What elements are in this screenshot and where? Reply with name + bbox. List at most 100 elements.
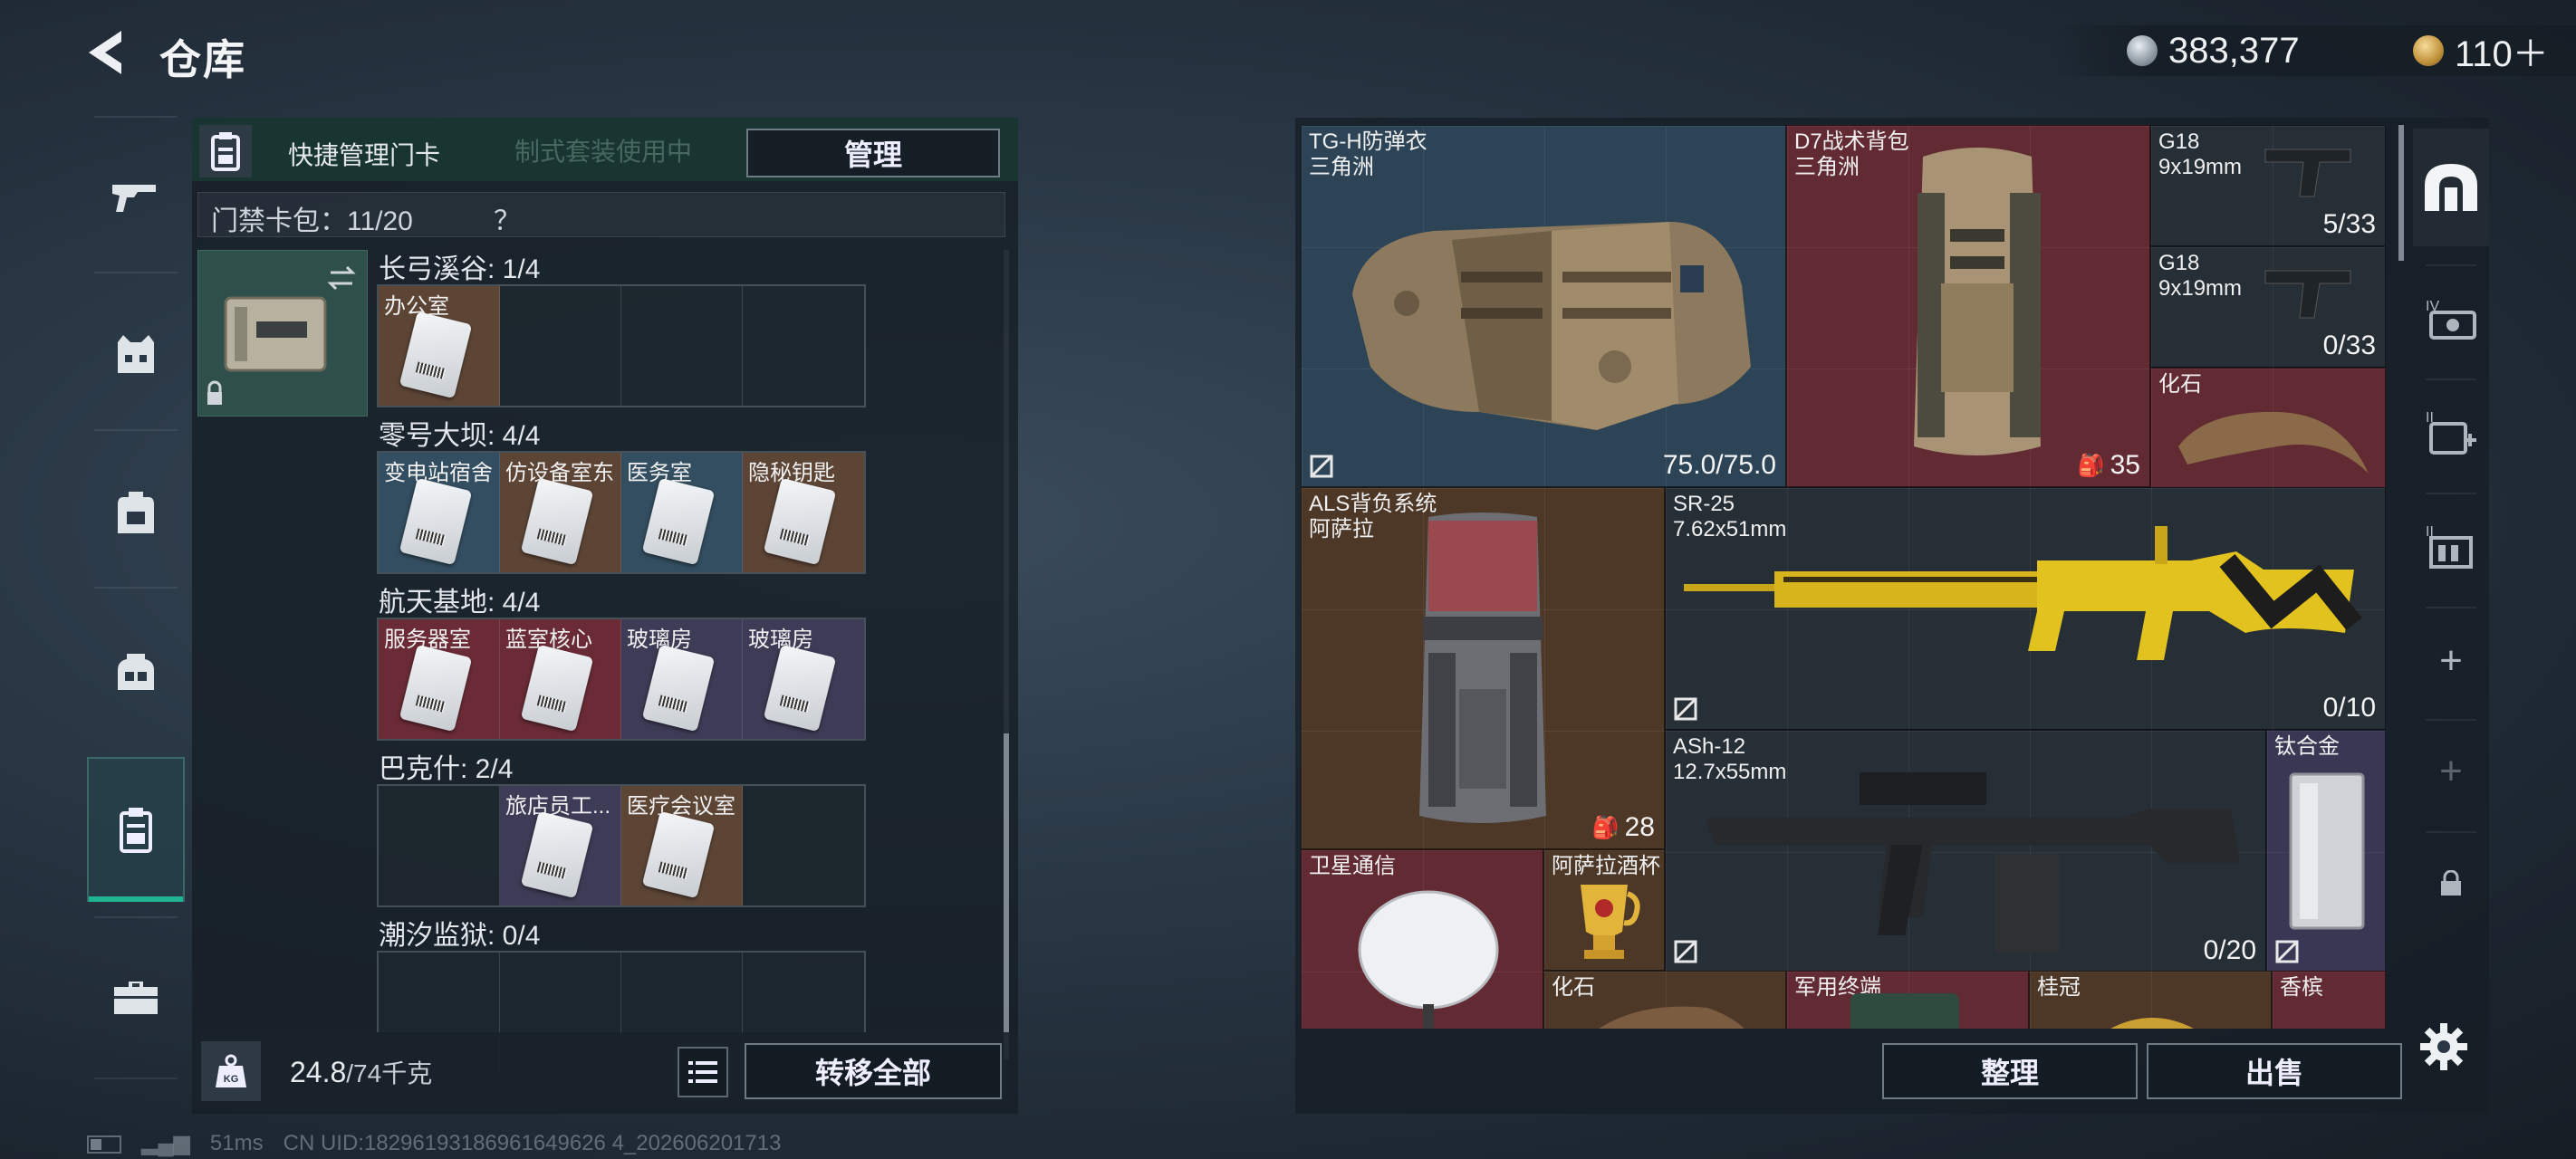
keycard-slot-empty[interactable] bbox=[621, 286, 743, 406]
weight-capacity: /74千克 bbox=[346, 1059, 433, 1087]
armor-filter-button[interactable]: IV bbox=[2413, 272, 2489, 362]
item-fossil[interactable]: 化石 bbox=[2150, 368, 2386, 489]
item-als-carrier[interactable]: ALS背负系统 阿萨拉 🎒 28 bbox=[1301, 487, 1665, 849]
inventory-grid: TG-H防弹衣 三角洲 75.0/75.0 D7战术背包 三角洲 🎒 35 G18… bbox=[1301, 125, 2386, 1029]
gear-icon bbox=[2420, 1023, 2467, 1070]
lock-icon bbox=[207, 392, 222, 405]
keycard-slot[interactable]: 玻璃房 bbox=[621, 619, 743, 739]
silver-currency-value: 383,377 bbox=[2168, 30, 2300, 71]
keycard-slot[interactable]: 变电站宿舍 bbox=[379, 453, 500, 572]
inventory-scrollbar[interactable] bbox=[2398, 125, 2404, 261]
tactical-backpack-image bbox=[1914, 148, 2041, 455]
weight-value: 24.8 bbox=[290, 1056, 347, 1088]
nav-weapons[interactable] bbox=[87, 125, 185, 270]
item-military-terminal[interactable]: 军用终端 bbox=[1786, 971, 2029, 1029]
swap-icon bbox=[327, 265, 356, 291]
keycard-slot[interactable]: 服务器室 bbox=[379, 619, 500, 739]
item-sr25[interactable]: SR-25 7.62x51mm 0/10 bbox=[1665, 487, 2386, 730]
keycard-slot[interactable]: 玻璃房 bbox=[743, 619, 864, 739]
item-fossil[interactable]: 化石 bbox=[1543, 971, 1786, 1029]
locked-slot-button[interactable] bbox=[2413, 838, 2489, 929]
keycard-image bbox=[399, 477, 473, 566]
item-ash12[interactable]: ASh-12 12.7x55mm 0/20 bbox=[1665, 730, 2266, 972]
keycard-slot[interactable]: 医疗会议室 bbox=[621, 786, 743, 905]
signal-icon: ▂▄▆ bbox=[141, 1131, 190, 1155]
keycard-image bbox=[520, 644, 594, 733]
item-champagne[interactable]: 香槟 bbox=[2272, 971, 2386, 1029]
keycard-name: 办公室 bbox=[384, 294, 449, 319]
no-insurance-icon bbox=[1310, 455, 1333, 478]
item-laurel[interactable]: 桂冠 bbox=[2029, 971, 2272, 1029]
sell-button[interactable]: 出售 bbox=[2147, 1043, 2402, 1099]
fossil-claw-image bbox=[2178, 411, 2369, 474]
keycard-image bbox=[641, 810, 716, 899]
silver-coin-icon bbox=[2127, 35, 2158, 66]
item-name: TG-H防弹衣 bbox=[1309, 129, 1427, 154]
keycard-slot[interactable]: 医务室 bbox=[621, 453, 743, 572]
backpack-icon: 🎒 bbox=[1591, 815, 1620, 840]
transfer-all-button[interactable]: 转移全部 bbox=[745, 1043, 1002, 1099]
keycard-slot[interactable]: 蓝室核心 bbox=[500, 619, 621, 739]
level-iv-armor-icon: IV bbox=[2426, 299, 2476, 340]
item-backpack[interactable]: D7战术背包 三角洲 🎒 35 bbox=[1786, 125, 2150, 487]
nav-backpack[interactable] bbox=[87, 440, 185, 585]
plus-icon: + bbox=[2439, 638, 2463, 683]
item-g18[interactable]: G18 9x19mm 5/33 bbox=[2150, 125, 2386, 246]
keycard-slot-empty[interactable] bbox=[379, 786, 500, 905]
ammo-count: 0/20 bbox=[2203, 935, 2256, 965]
keycard-slot-empty[interactable] bbox=[743, 786, 864, 905]
keycard-slot-empty[interactable] bbox=[500, 286, 621, 406]
add-slot-button[interactable]: + bbox=[2413, 616, 2489, 706]
ammo-count: 0/33 bbox=[2322, 330, 2376, 360]
nav-toolbox[interactable] bbox=[87, 925, 185, 1070]
nav-armor[interactable] bbox=[87, 283, 185, 427]
keycard-image bbox=[641, 644, 716, 733]
settings-button[interactable] bbox=[2417, 1020, 2475, 1078]
keycard-slot[interactable]: 仿设备室东 bbox=[500, 453, 621, 572]
keycard-slot-empty[interactable] bbox=[743, 286, 864, 406]
keycard-image bbox=[520, 810, 594, 899]
toolbox-icon bbox=[114, 982, 158, 1014]
keycard-name: 玻璃房 bbox=[627, 627, 692, 652]
keycard-slot[interactable]: 隐秘钥匙 bbox=[743, 453, 864, 572]
keycard-slot[interactable]: 办公室 bbox=[379, 286, 500, 406]
ammo-count: 0/10 bbox=[2322, 693, 2376, 723]
item-titanium[interactable]: 钛合金 bbox=[2266, 730, 2386, 972]
keycard-name: 蓝室核心 bbox=[505, 627, 592, 652]
back-button[interactable] bbox=[82, 25, 136, 80]
keycard-name: 仿设备室东 bbox=[505, 461, 614, 485]
keycard-slot[interactable]: 旅店员工... bbox=[500, 786, 621, 905]
weight-icon: KG bbox=[201, 1041, 261, 1101]
left-category-nav bbox=[87, 116, 185, 1080]
item-satcom[interactable]: 卫星通信 bbox=[1301, 849, 1543, 1029]
ammo-count: 5/33 bbox=[2322, 209, 2376, 239]
add-slot-button-disabled[interactable]: + bbox=[2413, 726, 2489, 817]
panel-scrollbar-thumb[interactable] bbox=[1004, 733, 1009, 1059]
keycard-pack-thumbnail[interactable] bbox=[197, 250, 368, 417]
gold-currency[interactable]: 110＋ bbox=[2413, 25, 2549, 76]
loadout-status-text: 制式套装使用中 bbox=[514, 138, 693, 166]
list-view-button[interactable] bbox=[678, 1047, 728, 1097]
keycard-name: 旅店员工... bbox=[505, 794, 611, 819]
safe-box-button[interactable] bbox=[2413, 129, 2489, 246]
item-armor[interactable]: TG-H防弹衣 三角洲 75.0/75.0 bbox=[1301, 125, 1786, 487]
armor-vest-image bbox=[1352, 222, 1751, 430]
help-button[interactable]: ？ bbox=[494, 198, 521, 238]
manage-button[interactable]: 管理 bbox=[746, 129, 1000, 177]
safe-box-icon bbox=[2425, 164, 2477, 211]
medkit-filter-button[interactable]: II bbox=[2413, 386, 2489, 476]
ping-text: 51ms bbox=[209, 1131, 264, 1155]
item-name: G18 bbox=[2158, 251, 2200, 275]
nav-chest-rig[interactable] bbox=[87, 599, 185, 744]
keycard-name: 服务器室 bbox=[384, 627, 471, 652]
nav-keycards[interactable] bbox=[87, 757, 185, 902]
lock-icon bbox=[2441, 870, 2461, 896]
storage-expansion-button[interactable]: II bbox=[2413, 500, 2489, 590]
sort-button[interactable]: 整理 bbox=[1882, 1043, 2138, 1099]
add-medkit-icon: II bbox=[2426, 410, 2476, 455]
item-asala-cup[interactable]: 阿萨拉酒杯 bbox=[1543, 849, 1665, 971]
item-g18[interactable]: G18 9x19mm 0/33 bbox=[2150, 246, 2386, 368]
gold-currency-value: 110＋ bbox=[2455, 34, 2549, 74]
pistol-image bbox=[2264, 270, 2351, 319]
silver-currency[interactable]: 383,377 bbox=[2127, 25, 2300, 76]
